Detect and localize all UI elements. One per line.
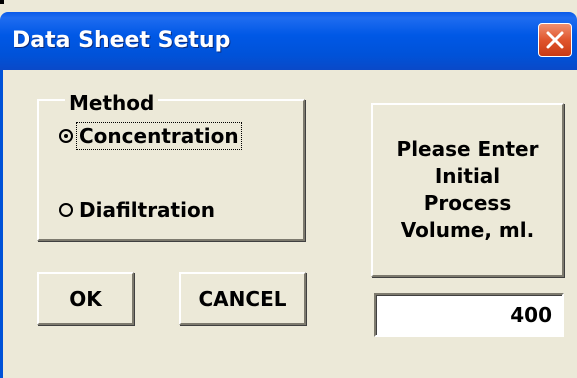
dialog-body: Method Concentration Diafiltration OK CA…	[0, 70, 577, 378]
radio-selected-icon[interactable]	[59, 129, 73, 143]
radio-diafiltration-label[interactable]: Diafiltration	[77, 197, 217, 223]
title-bar[interactable]: Data Sheet Setup	[0, 12, 577, 70]
prompt-line-3: Process	[423, 191, 512, 215]
radio-diafiltration[interactable]: Diafiltration	[59, 197, 217, 223]
cancel-button[interactable]: CANCEL	[179, 272, 306, 325]
method-group: Method Concentration Diafiltration	[37, 91, 305, 241]
prompt-line-1: Please Enter	[396, 137, 539, 161]
volume-input[interactable]: 400	[374, 293, 564, 337]
ok-button[interactable]: OK	[37, 272, 134, 325]
enter-volume-prompt-button[interactable]: Please Enter Initial Process Volume, ml.	[371, 103, 564, 277]
radio-unselected-icon[interactable]	[59, 203, 73, 217]
close-icon	[546, 31, 564, 49]
corner-artifact	[0, 0, 4, 4]
method-group-label: Method	[65, 91, 159, 115]
radio-concentration[interactable]: Concentration	[59, 122, 242, 150]
radio-concentration-label[interactable]: Concentration	[76, 122, 242, 150]
prompt-line-2: Initial	[434, 164, 501, 188]
dialog-window: Data Sheet Setup Method Concentration Di…	[0, 0, 577, 378]
close-button[interactable]	[538, 23, 572, 57]
window-title: Data Sheet Setup	[12, 28, 231, 53]
prompt-line-4: Volume, ml.	[400, 218, 535, 242]
